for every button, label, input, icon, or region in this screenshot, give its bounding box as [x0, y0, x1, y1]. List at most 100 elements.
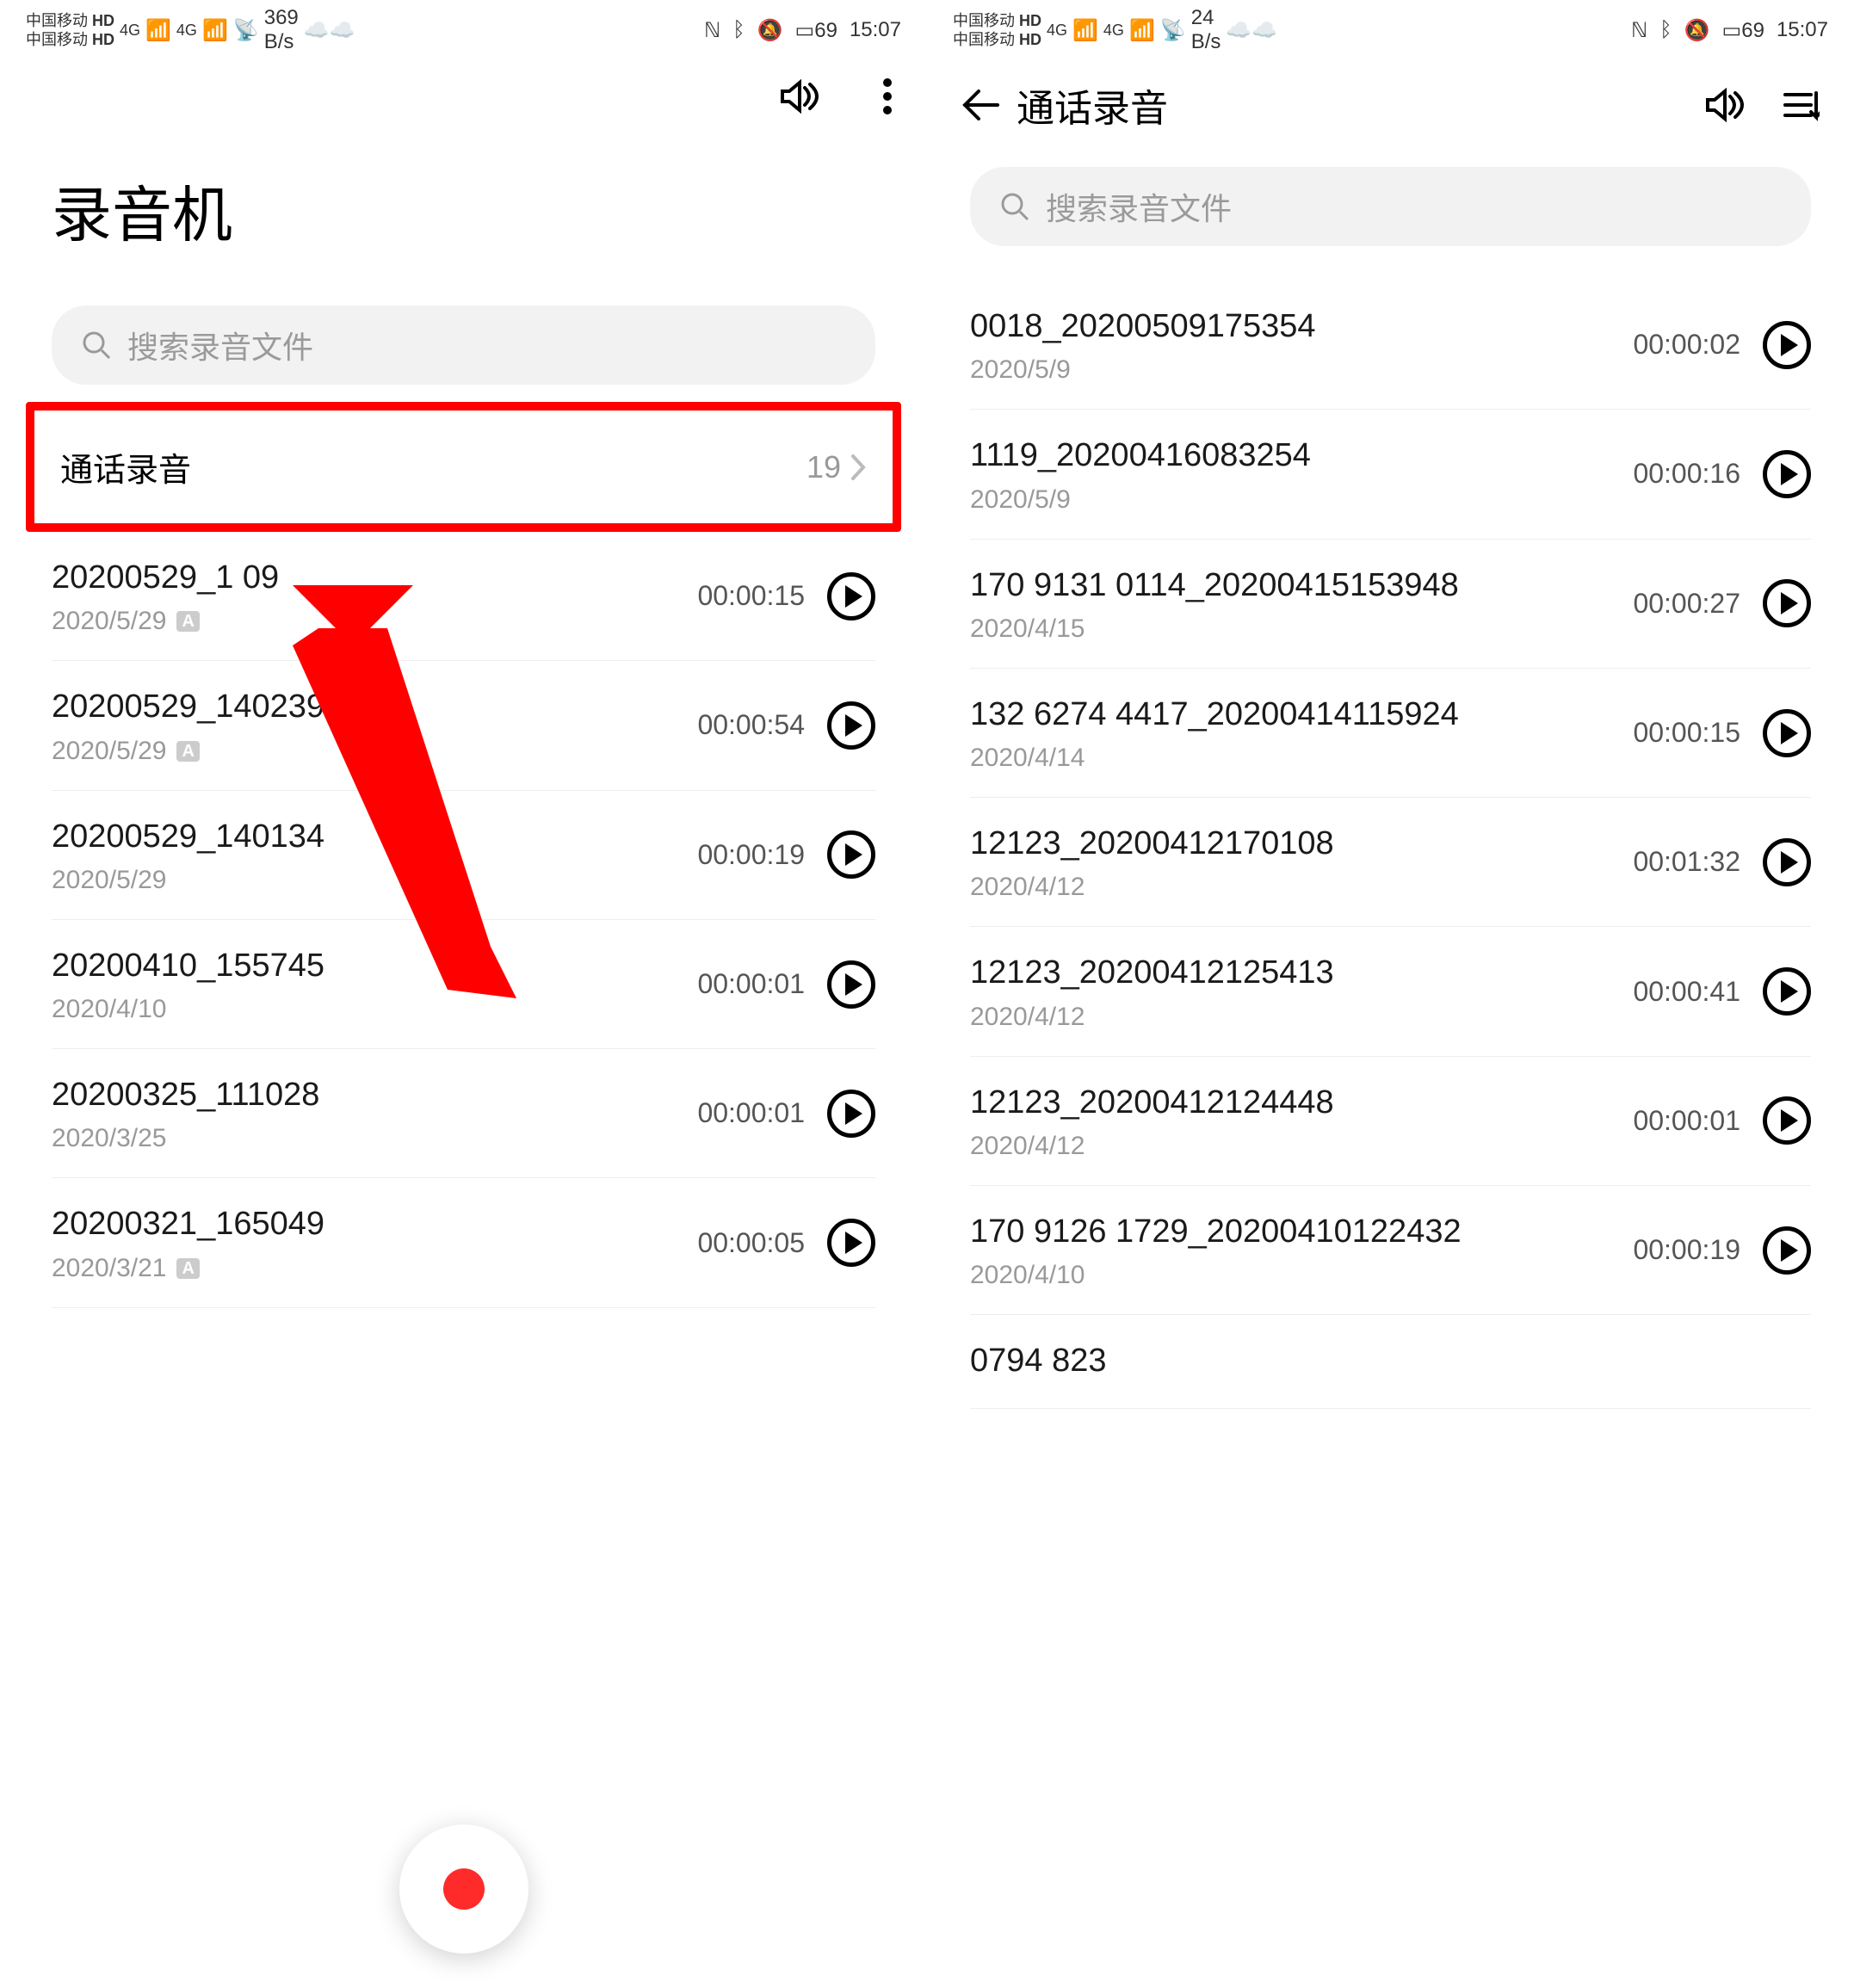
search-icon	[999, 191, 1030, 222]
play-button[interactable]	[827, 701, 875, 750]
recording-item[interactable]: 12123_202004121701082020/4/1200:01:32	[970, 798, 1811, 927]
play-button[interactable]	[1763, 579, 1811, 627]
recording-duration: 00:00:19	[697, 839, 805, 871]
call-recordings-folder[interactable]: 通话录音 19	[26, 402, 901, 532]
play-button[interactable]	[1763, 1226, 1811, 1275]
play-button[interactable]	[827, 572, 875, 620]
recording-item[interactable]: 12123_20200412125413 2020/4/12 00:00:41	[970, 927, 1811, 1056]
recording-date: 2020/4/15	[970, 614, 1459, 644]
recording-duration: 00:00:01	[1633, 1105, 1740, 1137]
recording-duration: 00:00:27	[1633, 588, 1740, 620]
play-icon	[845, 585, 862, 608]
sort-icon[interactable]	[1782, 88, 1820, 122]
recording-date: 2020/4/10	[52, 995, 324, 1024]
recording-name: 0794 823	[970, 1339, 1107, 1383]
screen-recorder-home: 中国移动 HD 中国移动 HD 4G 📶4G📶 📡 369B/s ☁️☁️ ℕ …	[0, 0, 927, 1988]
recording-date: 2020/5/29A	[52, 607, 279, 636]
recording-duration: 00:00:05	[697, 1227, 805, 1259]
back-button[interactable]	[961, 88, 999, 122]
recording-name: 132 6274 4417_20200414115924	[970, 693, 1459, 737]
record-button[interactable]	[399, 1824, 528, 1954]
play-icon	[1781, 334, 1798, 356]
search-input[interactable]: 搜索录音文件	[970, 167, 1811, 246]
recording-date: 2020/4/12	[970, 1003, 1334, 1032]
recording-date: 2020/4/10	[970, 1261, 1462, 1290]
status-bar: 中国移动 HD 中国移动 HD 4G 📶4G📶 📡 369B/s ☁️☁️ ℕ …	[0, 0, 927, 60]
recording-date: 2020/3/25	[52, 1124, 319, 1153]
recording-duration: 00:00:41	[1633, 976, 1740, 1008]
recording-item[interactable]: 20200529_1402392020/5/29A00:00:54	[52, 661, 875, 790]
recording-item[interactable]: 20200325_1110282020/3/2500:00:01	[52, 1049, 875, 1178]
page-title: 通话录音	[1017, 77, 1168, 133]
transcript-badge: A	[176, 741, 199, 762]
play-icon	[1781, 722, 1798, 744]
play-button[interactable]	[1763, 709, 1811, 757]
recording-item[interactable]: 20200529_1 092020/5/29A00:00:15	[52, 532, 875, 661]
play-button[interactable]	[827, 960, 875, 1009]
recording-name: 170 9126 1729_20200410122432	[970, 1210, 1462, 1254]
recording-item[interactable]: 12123_20200412124448 2020/4/12 00:00:01	[970, 1057, 1811, 1186]
play-button[interactable]	[827, 1090, 875, 1138]
recording-name: 20200529_140134	[52, 815, 324, 859]
more-menu-icon[interactable]	[882, 77, 893, 115]
mute-icon: 🔕	[1684, 18, 1710, 43]
recording-item[interactable]: 20200321_165049 2020/3/21A 00:00:05	[52, 1178, 875, 1307]
recording-duration: 00:00:15	[1633, 717, 1740, 749]
play-button[interactable]	[1763, 321, 1811, 369]
play-button[interactable]	[827, 830, 875, 879]
recording-duration: 00:00:15	[697, 580, 805, 612]
recording-item[interactable]: 170 9126 1729_20200410122432 2020/4/10 00:…	[970, 1186, 1811, 1315]
play-button[interactable]	[1763, 967, 1811, 1016]
screen-call-recordings: 中国移动 HD 中国移动 HD 4G📶 4G📶 📡 24B/s ☁️☁️ ℕ ᛒ…	[927, 0, 1854, 1988]
play-button[interactable]	[827, 1219, 875, 1267]
recording-duration: 00:00:02	[1633, 329, 1740, 361]
recording-name: 0018_20200509175354	[970, 305, 1316, 349]
recording-name: 20200321_165049	[52, 1202, 324, 1246]
recording-duration: 00:00:19	[1633, 1234, 1740, 1266]
recording-name: 12123_20200412124448	[970, 1081, 1334, 1125]
transcript-badge: A	[176, 1258, 199, 1279]
transcript-badge: A	[176, 611, 199, 632]
recording-date: 2020/5/29A	[52, 737, 324, 766]
play-icon	[1781, 980, 1798, 1003]
recording-item[interactable]: 0794 823	[970, 1315, 1811, 1408]
recording-date: 2020/5/9	[970, 485, 1311, 515]
battery-icon: ▭69	[1722, 18, 1764, 43]
play-icon	[1781, 851, 1798, 874]
recording-item[interactable]: 20200529_140134 2020/5/29 00:00:19	[52, 791, 875, 920]
recording-name: 20200529_140239	[52, 685, 324, 729]
recording-item[interactable]: 132 6274 4417_20200414115924 2020/4/14 00:…	[970, 669, 1811, 798]
recording-item[interactable]: 0018_202005091753542020/5/900:00:02	[970, 281, 1811, 410]
play-icon	[845, 973, 862, 996]
play-icon	[1781, 463, 1798, 485]
speaker-icon[interactable]	[1704, 88, 1747, 122]
recording-name: 12123_20200412125413	[970, 951, 1334, 995]
clock: 15:07	[850, 18, 901, 42]
play-button[interactable]	[1763, 450, 1811, 498]
play-icon	[1781, 592, 1798, 614]
play-icon	[1781, 1239, 1798, 1262]
page-title: 录音机	[0, 133, 927, 280]
recording-list-right: 0018_202005091753542020/5/900:00:021119_…	[927, 281, 1854, 1409]
recording-date: 2020/4/14	[970, 744, 1459, 773]
play-button[interactable]	[1763, 1096, 1811, 1145]
recording-duration: 00:00:01	[697, 968, 805, 1000]
recording-item[interactable]: 20200410_1557452020/4/1000:00:01	[52, 920, 875, 1049]
bluetooth-icon: ᛒ	[1659, 18, 1672, 42]
speaker-icon[interactable]	[779, 79, 822, 114]
recording-date: 2020/5/29	[52, 866, 324, 895]
recording-date: 2020/3/21A	[52, 1254, 324, 1283]
recording-item[interactable]: 170 9131 0114_202004151539482020/4/1500:…	[970, 540, 1811, 669]
folder-count: 19	[806, 449, 841, 485]
play-icon	[1781, 1109, 1798, 1132]
search-icon	[81, 330, 112, 361]
recording-item[interactable]: 1119_202004160832542020/5/900:00:16	[970, 410, 1811, 539]
search-input[interactable]: 搜索录音文件	[52, 306, 875, 385]
recording-duration: 00:01:32	[1633, 846, 1740, 878]
recording-date: 2020/4/12	[970, 1132, 1334, 1161]
app-bar	[0, 60, 927, 133]
recording-duration: 00:00:01	[697, 1097, 805, 1129]
recording-name: 1119_20200416083254	[970, 434, 1311, 478]
battery-icon: ▭69	[795, 18, 837, 43]
play-button[interactable]	[1763, 838, 1811, 886]
